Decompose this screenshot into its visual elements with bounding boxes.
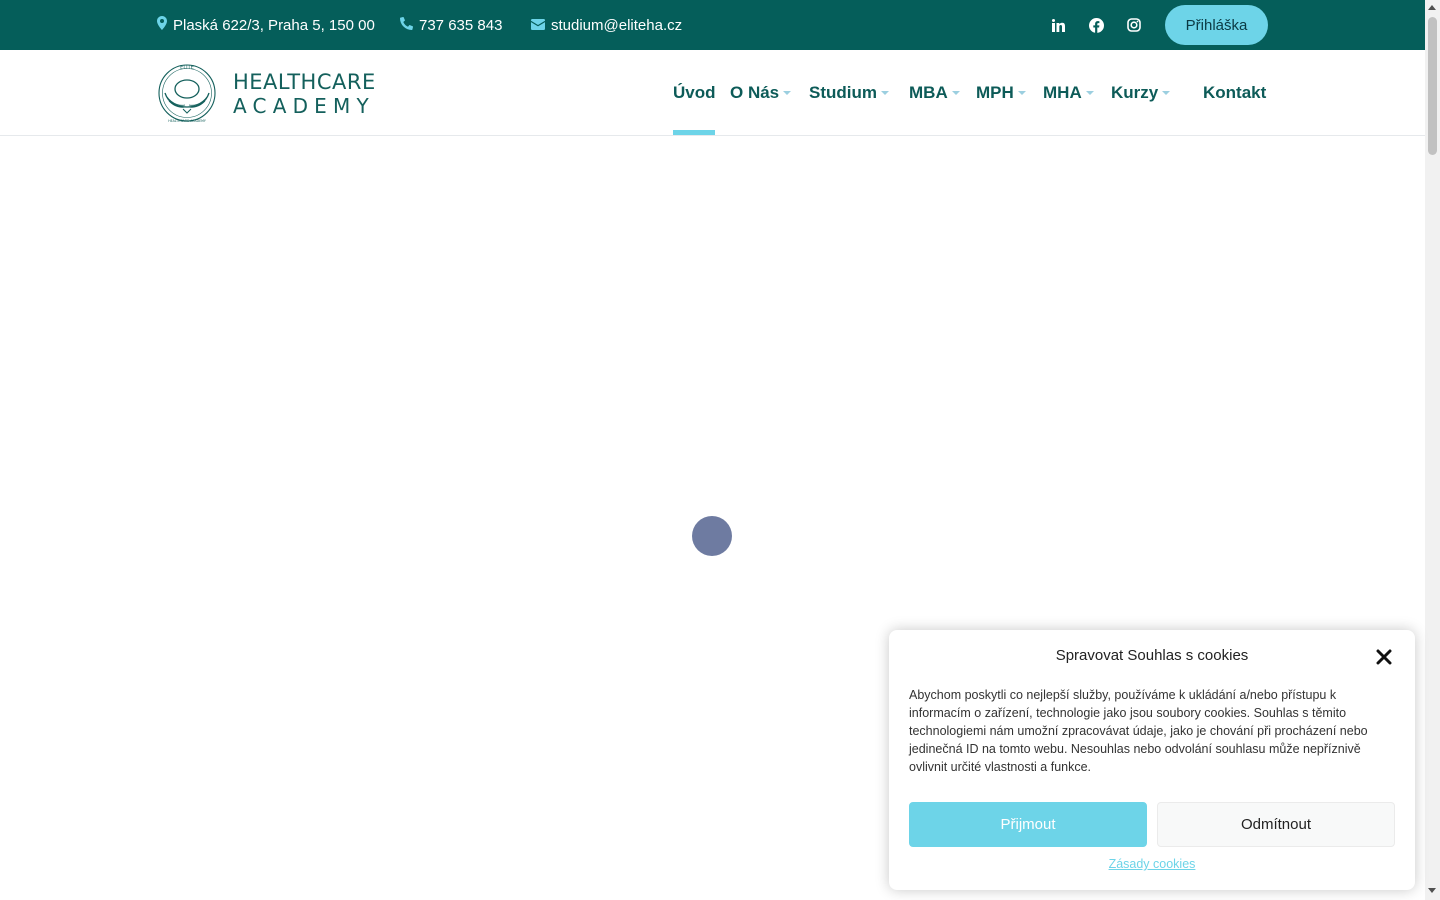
nav-item-kontakt[interactable]: Kontakt (1203, 50, 1266, 136)
scroll-thumb[interactable] (1428, 17, 1437, 155)
accept-cookies-button[interactable]: Přijmout (909, 802, 1147, 847)
main-nav: Úvod O Nás Studium MBA MPH MHA Kurzy Kon… (0, 50, 1425, 136)
close-icon[interactable] (1376, 649, 1392, 665)
caret-down-icon (881, 91, 889, 95)
instagram-icon[interactable] (1123, 14, 1145, 36)
cookie-policy-link[interactable]: Zásady cookies (889, 857, 1415, 871)
cookie-dialog-title: Spravovat Souhlas s cookies (1055, 647, 1249, 664)
nav-item-label: MBA (909, 83, 948, 102)
nav-item-label: MHA (1043, 83, 1082, 102)
caret-down-icon (1085, 91, 1094, 95)
deny-cookies-button[interactable]: Odmítnout (1157, 802, 1395, 847)
top-bar: Plaská 622/3, Praha 5, 150 00 737 635 84… (0, 0, 1425, 50)
envelope-icon (531, 17, 551, 34)
page-scrollbar[interactable] (1425, 0, 1440, 900)
application-button[interactable]: Přihláška (1165, 5, 1268, 45)
nav-active-indicator (673, 130, 715, 135)
nav-item-uvod[interactable]: Úvod (673, 50, 716, 136)
nav-item-o-nas[interactable]: O Nás (730, 50, 792, 136)
email-text: studium@eliteha.cz (551, 16, 683, 34)
loading-spinner (692, 516, 732, 556)
phone-icon (399, 16, 419, 34)
caret-down-icon (1017, 91, 1026, 95)
phone-text: 737 635 843 (419, 16, 503, 34)
main-header: ELITE HEALTHCARE ACADEMY HEALTHCARE ACAD… (0, 50, 1425, 136)
nav-item-label: O Nás (730, 83, 780, 102)
address-link[interactable]: Plaská 622/3, Praha 5, 150 00 (157, 0, 375, 50)
email-link[interactable]: studium@eliteha.cz (531, 0, 682, 50)
nav-item-mha[interactable]: MHA (1043, 50, 1094, 136)
cookie-dialog-message: Abychom poskytli co nejlepší služby, pou… (909, 688, 1368, 774)
caret-down-icon (951, 91, 960, 95)
scroll-down-arrow-icon[interactable] (1428, 888, 1436, 893)
nav-item-label: Studium (809, 83, 877, 102)
nav-item-label: Úvod (673, 83, 716, 102)
caret-down-icon (783, 91, 792, 95)
nav-item-studium[interactable]: Studium (809, 50, 889, 136)
nav-item-label: MPH (976, 83, 1014, 102)
nav-item-mba[interactable]: MBA (909, 50, 960, 136)
facebook-icon[interactable] (1085, 14, 1107, 36)
nav-item-label: Kurzy (1111, 83, 1159, 102)
map-pin-icon (157, 16, 173, 34)
address-text: Plaská 622/3, Praha 5, 150 00 (173, 16, 375, 34)
caret-down-icon (1162, 91, 1171, 95)
nav-item-kurzy[interactable]: Kurzy (1111, 50, 1171, 136)
cookie-consent-dialog: Spravovat Souhlas s cookies Abychom posk… (889, 630, 1415, 890)
nav-item-mph[interactable]: MPH (976, 50, 1026, 136)
phone-link[interactable]: 737 635 843 (399, 0, 503, 50)
nav-item-label: Kontakt (1203, 83, 1267, 102)
scroll-up-arrow-icon[interactable] (1428, 5, 1436, 10)
linkedin-icon[interactable] (1047, 14, 1069, 36)
